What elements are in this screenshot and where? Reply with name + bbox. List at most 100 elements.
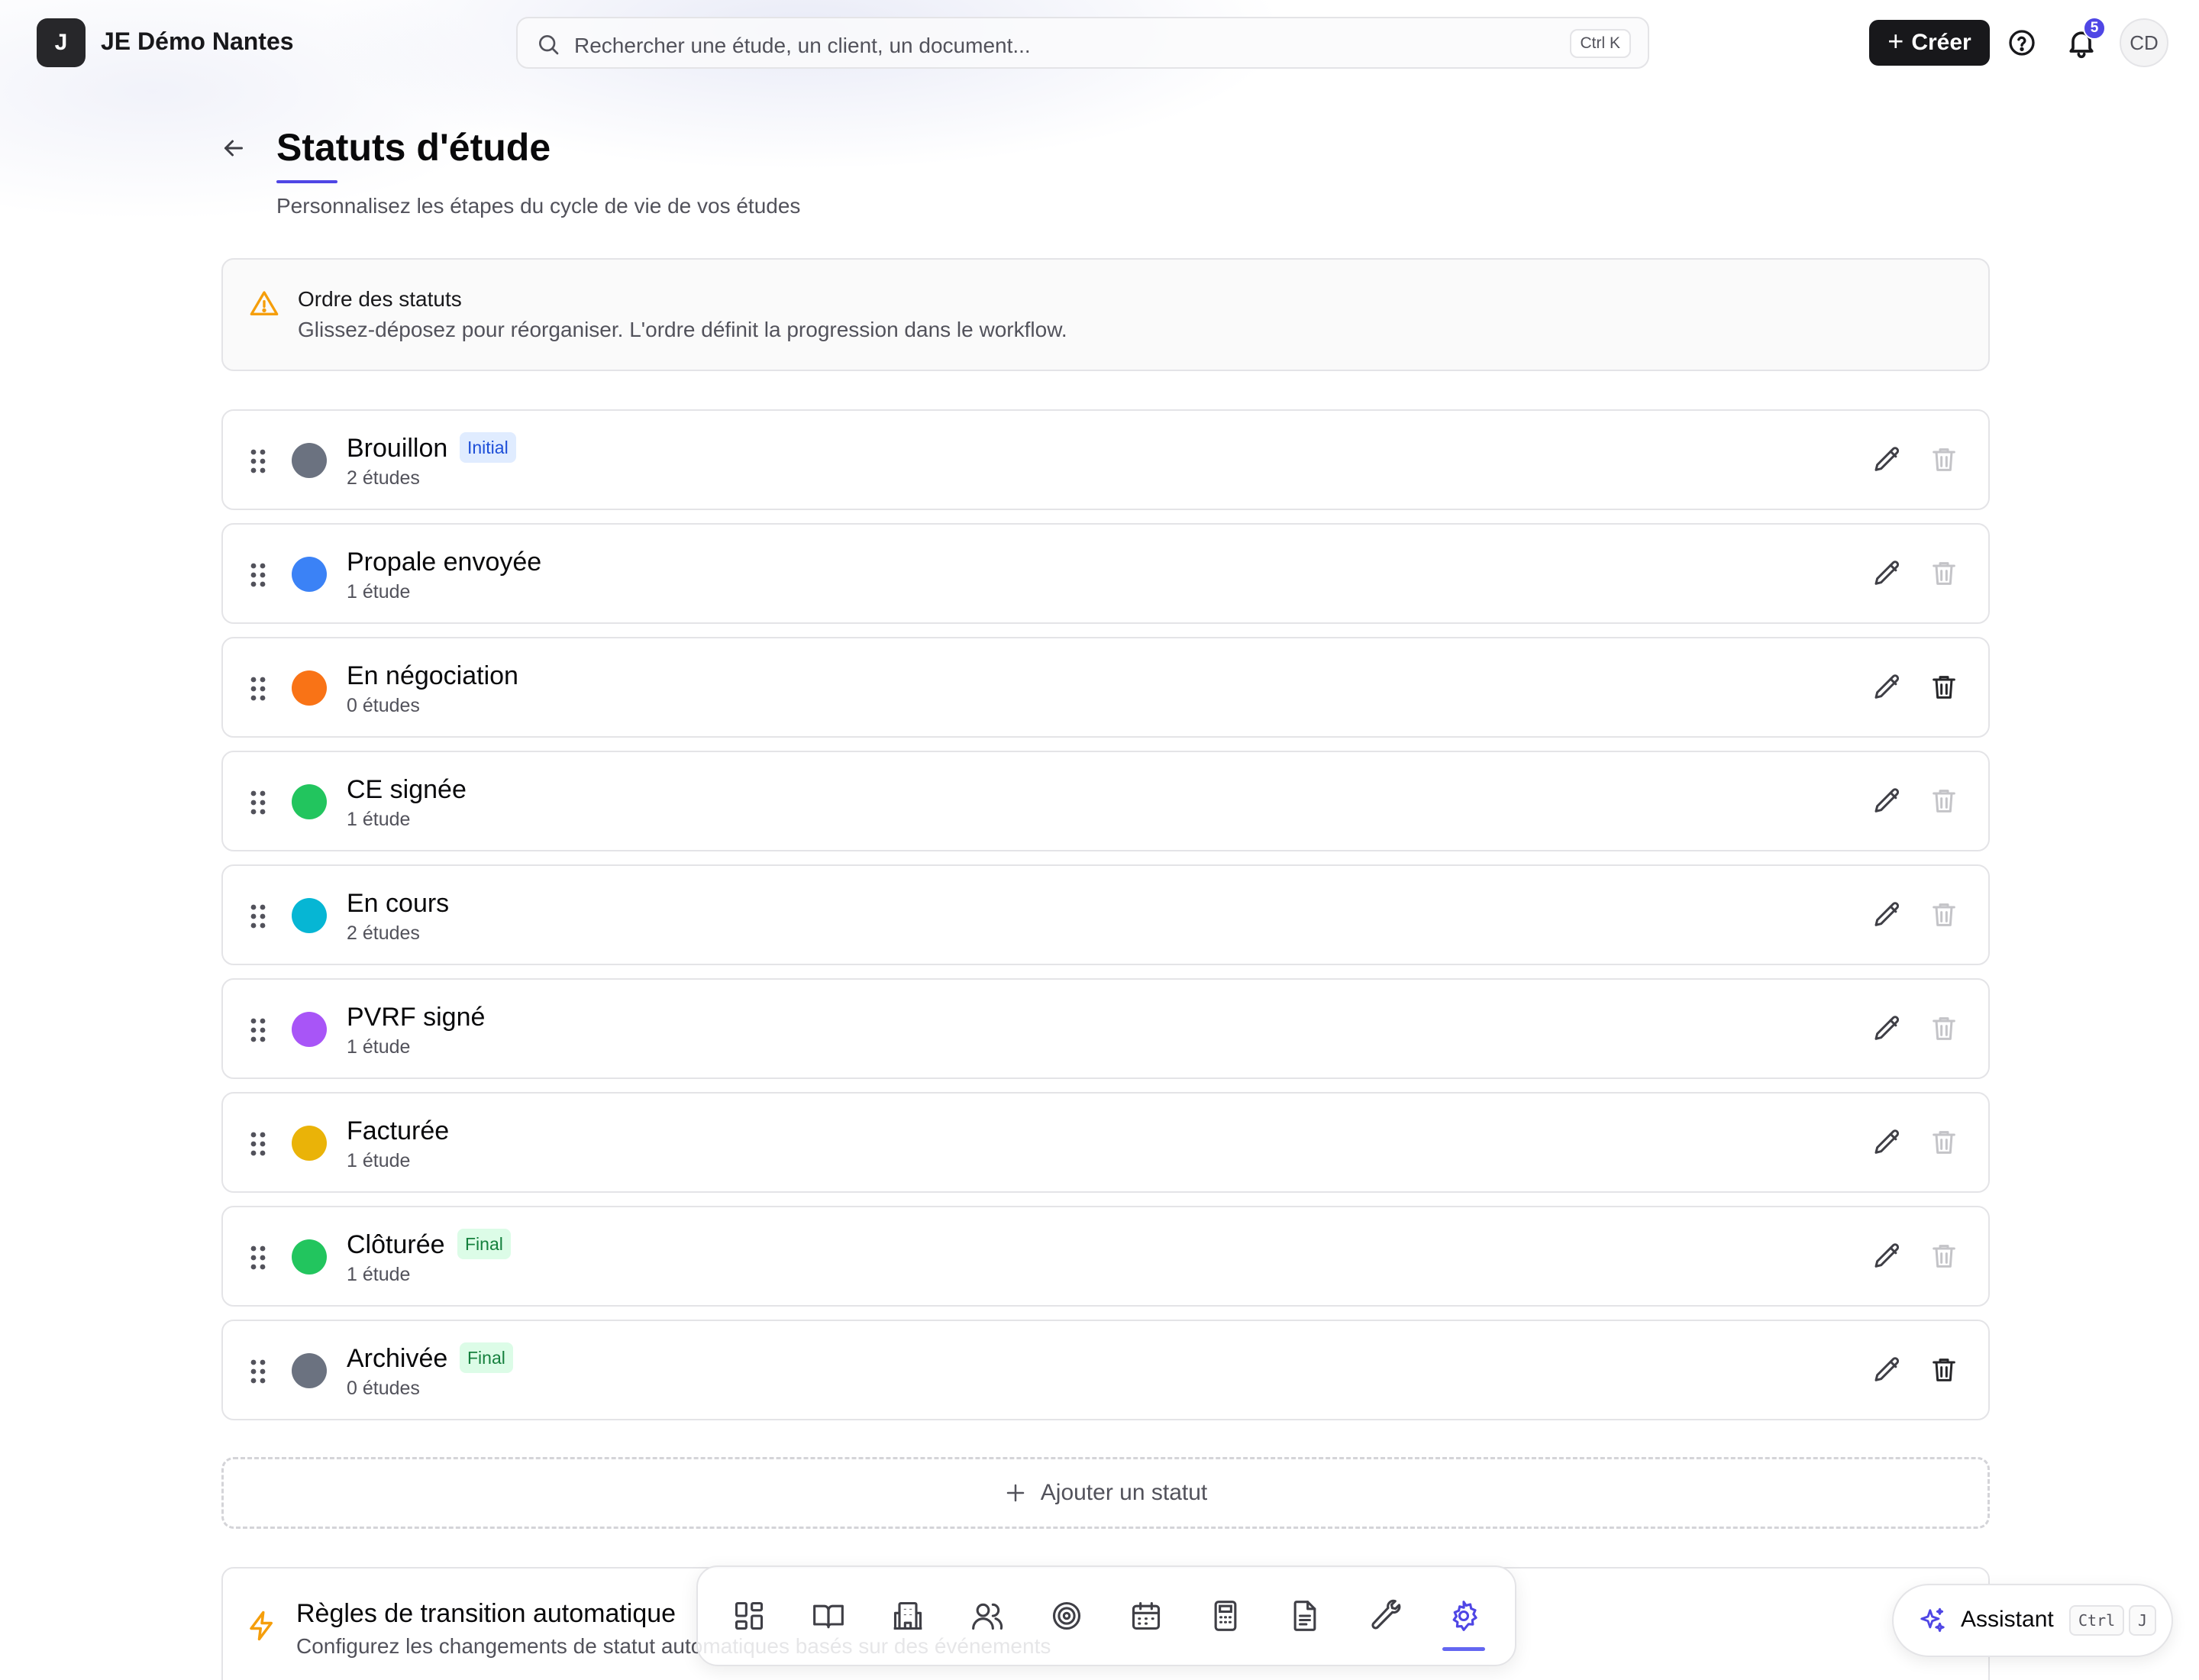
drag-handle-icon[interactable] <box>249 903 267 930</box>
dock-dashboard[interactable] <box>709 1576 789 1656</box>
status-color-dot[interactable] <box>292 1012 327 1047</box>
avatar[interactable]: CD <box>2120 18 2168 67</box>
dock-documents[interactable] <box>1265 1576 1345 1656</box>
status-row[interactable]: Facturée 1 étude <box>221 1092 1990 1193</box>
title-underline <box>276 180 337 183</box>
status-color-dot[interactable] <box>292 898 327 933</box>
status-badge: Final <box>457 1229 511 1259</box>
search-bar[interactable]: Rechercher une étude, un client, un docu… <box>516 17 1649 69</box>
trash-icon[interactable] <box>1929 786 1959 816</box>
info-title: Ordre des statuts <box>298 287 462 311</box>
dashboard-icon <box>735 1601 764 1630</box>
help-icon[interactable] <box>2007 27 2037 58</box>
add-status-label: Ajouter un statut <box>1040 1480 1208 1505</box>
target-icon <box>1052 1601 1081 1630</box>
status-color-dot[interactable] <box>292 443 327 478</box>
pencil-icon[interactable] <box>1872 786 1903 816</box>
info-text: Glissez-déposez pour réorganiser. L'ordr… <box>298 318 1067 341</box>
trash-icon[interactable] <box>1929 1355 1959 1385</box>
drag-handle-icon[interactable] <box>249 561 267 589</box>
drag-handle-icon[interactable] <box>249 789 267 816</box>
status-color-dot[interactable] <box>292 784 327 819</box>
pencil-icon[interactable] <box>1872 672 1903 703</box>
trash-icon[interactable] <box>1929 558 1959 589</box>
drag-handle-icon[interactable] <box>249 675 267 703</box>
dock-book[interactable] <box>789 1576 868 1656</box>
status-count: 1 étude <box>347 1264 411 1285</box>
pencil-icon[interactable] <box>1872 1013 1903 1044</box>
status-row[interactable]: Clôturée Final 1 étude <box>221 1206 1990 1307</box>
drag-handle-icon[interactable] <box>249 447 267 475</box>
status-badge: Final <box>460 1342 513 1373</box>
status-name: En négociation <box>347 661 518 690</box>
status-name: Clôturée <box>347 1230 445 1259</box>
warning-icon <box>250 291 279 315</box>
status-count: 0 études <box>347 695 420 716</box>
drag-handle-icon[interactable] <box>249 1016 267 1044</box>
status-count: 0 études <box>347 1378 420 1399</box>
trash-icon[interactable] <box>1929 1013 1959 1044</box>
status-name: CE signée <box>347 775 467 804</box>
bottom-dock <box>696 1565 1516 1666</box>
status-name: Archivée <box>347 1344 448 1373</box>
status-count: 2 études <box>347 922 420 944</box>
top-bar: J JE Démo Nantes Rechercher une étude, u… <box>0 0 2199 86</box>
status-color-dot[interactable] <box>292 1353 327 1388</box>
search-icon <box>539 35 559 55</box>
page-title: Statuts d'étude <box>276 126 551 169</box>
status-name: PVRF signé <box>347 1003 486 1032</box>
pencil-icon[interactable] <box>1872 1241 1903 1271</box>
create-button[interactable]: + Créer <box>1869 20 1990 66</box>
plus-icon: + <box>1887 25 1904 57</box>
org-name[interactable]: JE Démo Nantes <box>101 27 294 56</box>
status-row[interactable]: CE signée 1 étude <box>221 751 1990 851</box>
dock-tools[interactable] <box>1345 1576 1424 1656</box>
status-row[interactable]: Archivée Final 0 études <box>221 1320 1990 1420</box>
add-status-button[interactable]: Ajouter un statut <box>221 1457 1990 1529</box>
status-badge: Initial <box>460 432 516 463</box>
pencil-icon[interactable] <box>1872 1127 1903 1158</box>
status-color-dot[interactable] <box>292 1126 327 1161</box>
dock-calendar[interactable] <box>1106 1576 1186 1656</box>
dock-prospection[interactable] <box>1027 1576 1106 1656</box>
active-indicator <box>1442 1647 1485 1651</box>
lightning-icon <box>250 1611 273 1641</box>
org-logo[interactable]: J <box>37 18 86 67</box>
info-banner: Ordre des statuts Glissez-déposez pour r… <box>221 258 1990 371</box>
pencil-icon[interactable] <box>1872 444 1903 475</box>
status-row[interactable]: PVRF signé 1 étude <box>221 978 1990 1079</box>
dock-finance[interactable] <box>1186 1576 1265 1656</box>
dock-settings[interactable] <box>1424 1576 1503 1656</box>
create-button-label: Créer <box>1911 30 1971 55</box>
status-row[interactable]: En cours 2 études <box>221 864 1990 965</box>
document-icon <box>1293 1601 1316 1631</box>
notification-badge: 5 <box>2083 17 2106 40</box>
status-color-dot[interactable] <box>292 670 327 706</box>
status-color-dot[interactable] <box>292 557 327 592</box>
pencil-icon[interactable] <box>1872 900 1903 930</box>
users-icon <box>972 1603 1003 1630</box>
status-row[interactable]: En négociation 0 études <box>221 637 1990 738</box>
trash-icon[interactable] <box>1929 1241 1959 1271</box>
drag-handle-icon[interactable] <box>249 1244 267 1271</box>
status-row[interactable]: Propale envoyée 1 étude <box>221 523 1990 624</box>
status-name: Facturée <box>347 1116 450 1145</box>
sparkles-icon <box>1920 1607 1945 1633</box>
status-row[interactable]: Brouillon Initial 2 études <box>221 409 1990 510</box>
status-count: 1 étude <box>347 1036 411 1058</box>
status-name: Propale envoyée <box>347 548 542 577</box>
back-arrow-icon[interactable] <box>220 134 247 162</box>
status-color-dot[interactable] <box>292 1239 327 1275</box>
assistant-button[interactable]: Assistant Ctrl J <box>1892 1584 2173 1657</box>
trash-icon[interactable] <box>1929 444 1959 475</box>
pencil-icon[interactable] <box>1872 1355 1903 1385</box>
drag-handle-icon[interactable] <box>249 1130 267 1158</box>
dock-members[interactable] <box>948 1576 1027 1656</box>
status-name: Brouillon <box>347 434 448 463</box>
pencil-icon[interactable] <box>1872 558 1903 589</box>
dock-clients[interactable] <box>868 1576 948 1656</box>
trash-icon[interactable] <box>1929 900 1959 930</box>
drag-handle-icon[interactable] <box>249 1358 267 1385</box>
trash-icon[interactable] <box>1929 672 1959 703</box>
trash-icon[interactable] <box>1929 1127 1959 1158</box>
